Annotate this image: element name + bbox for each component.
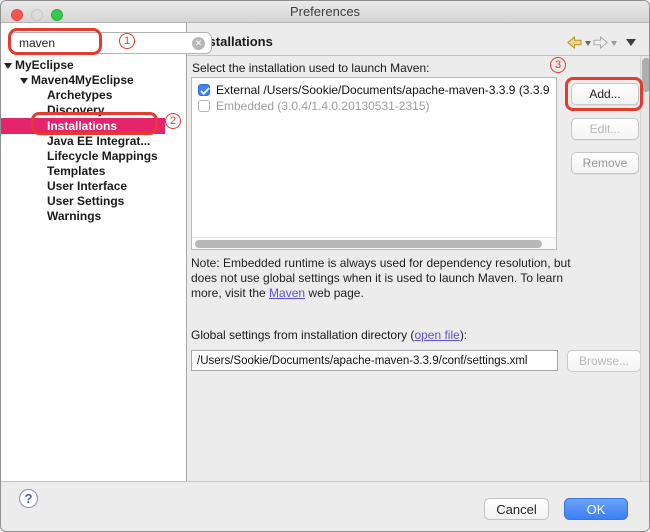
remove-button[interactable]: Remove [571,152,639,174]
cancel-button[interactable]: Cancel [484,498,549,520]
tree-item-label: User Settings [47,194,124,208]
installation-row-embedded[interactable]: Embedded (3.0.4/1.4.0.20130531-2315) [192,98,556,114]
note-text: Note: Embedded runtime is always used fo… [191,256,571,300]
horizontal-scrollbar[interactable] [192,237,556,249]
clear-search-icon[interactable]: ✕ [192,37,205,50]
tree-item-label: Templates [47,164,105,178]
installation-label: Embedded (3.0.4/1.4.0.20130531-2315) [216,98,430,114]
open-file-link[interactable]: open file [414,328,459,342]
annotation-badge-2: 2 [165,113,181,129]
back-arrow-icon [567,36,582,49]
forward-button[interactable] [593,36,608,54]
browse-button[interactable]: Browse... [567,350,641,372]
preferences-window: Preferences maven ✕ MyEclipse Maven4MyEc… [0,0,650,532]
installations-list: External /Users/Sookie/Documents/apache-… [191,77,557,250]
minimize-button[interactable] [31,9,43,21]
window-title: Preferences [1,1,649,22]
tree-item-user-interface[interactable]: User Interface [1,179,187,194]
tree-item-label: MyEclipse [15,58,74,72]
preferences-tree: MyEclipse Maven4MyEclipse Archetypes Dis… [1,58,187,224]
annotation-rect-search [8,28,102,55]
maven-link[interactable]: Maven [269,286,305,300]
installation-label: External /Users/Sookie/Documents/apache-… [216,82,550,98]
tree-item-templates[interactable]: Templates [1,164,187,179]
global-settings-label: Global settings from installation direct… [191,328,467,342]
tree-item-warnings[interactable]: Warnings [1,209,187,224]
tree-item-java-ee-integration[interactable]: Java EE Integrat... [1,134,187,149]
annotation-badge-3: 3 [550,57,566,73]
titlebar: Preferences [1,1,649,23]
disclosure-triangle-icon[interactable] [4,63,12,69]
header-separator [187,55,650,56]
tree-item-maven4myeclipse[interactable]: Maven4MyEclipse [1,73,187,88]
tree-item-label: Lifecycle Mappings [47,149,158,163]
checkbox-unchecked-icon[interactable] [198,100,210,112]
tree-item-label: Maven4MyEclipse [31,73,134,87]
tree-item-lifecycle-mappings[interactable]: Lifecycle Mappings [1,149,187,164]
edit-button[interactable]: Edit... [571,118,639,140]
tree-item-label: Java EE Integrat... [47,134,150,148]
help-button[interactable]: ? [19,489,38,508]
vertical-scrollbar[interactable] [640,56,650,481]
tree-item-label: Warnings [47,209,101,223]
back-button[interactable] [567,36,582,54]
back-history-chevron-icon[interactable] [585,41,591,46]
close-button[interactable] [11,9,23,21]
tree-item-archetypes[interactable]: Archetypes [1,88,187,103]
global-settings-text: ): [460,328,467,342]
horizontal-scrollbar-thumb[interactable] [195,240,542,248]
disclosure-triangle-icon[interactable] [20,78,28,84]
embedded-runtime-note: Note: Embedded runtime is always used fo… [191,256,571,301]
annotation-badge-1: 1 [119,33,135,49]
annotation-rect-add [565,77,643,111]
installation-row-external[interactable]: External /Users/Sookie/Documents/apache-… [192,82,556,98]
note-text: web page. [305,286,364,300]
annotation-rect-installations [31,112,158,135]
ok-button[interactable]: OK [564,498,628,520]
tree-item-user-settings[interactable]: User Settings [1,194,187,209]
settings-path-field[interactable] [191,350,558,371]
forward-history-chevron-icon[interactable] [611,41,617,46]
global-settings-text: Global settings from installation direct… [191,328,414,342]
forward-arrow-icon [593,36,608,49]
tree-item-myeclipse[interactable]: MyEclipse [1,58,187,73]
view-menu-icon[interactable] [626,39,636,46]
select-installation-label: Select the installation used to launch M… [192,61,429,75]
tree-item-label: User Interface [47,179,127,193]
zoom-button[interactable] [51,9,63,21]
footer-separator [1,481,649,482]
checkbox-checked-icon[interactable] [198,84,210,96]
tree-item-label: Archetypes [47,88,112,102]
